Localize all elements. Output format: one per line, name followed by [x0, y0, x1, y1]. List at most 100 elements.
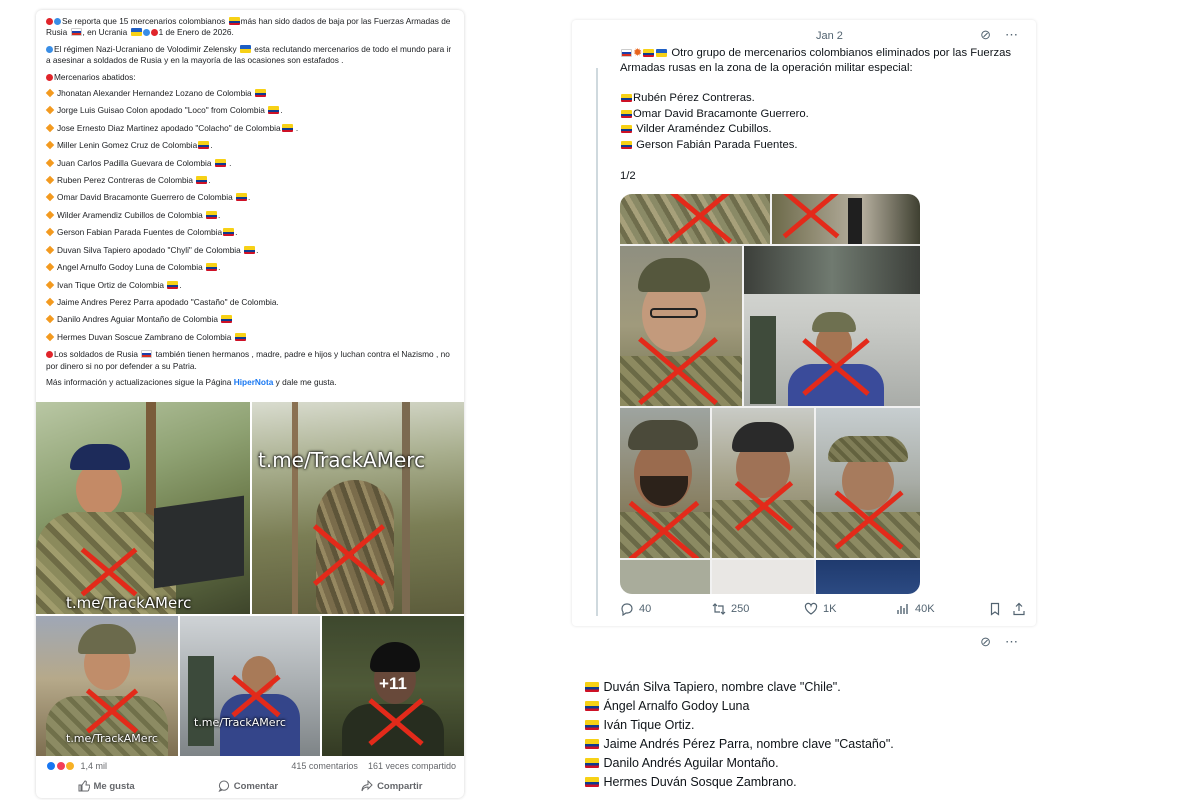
colombia-flag-icon: [621, 140, 632, 149]
photo-ghillie-suit[interactable]: t.me/TrackAMerc: [252, 402, 464, 614]
facebook-action-bar: Me gusta Comentar Compartir: [36, 780, 464, 792]
colombia-flag-icon: [236, 193, 248, 202]
orange-diamond-icon: [45, 315, 55, 324]
crates: [750, 316, 776, 404]
post-text-content: Otro grupo de mercenarios colombianos el…: [620, 47, 1012, 74]
like-button[interactable]: Me gusta: [78, 780, 135, 792]
red-circle-icon: [150, 29, 158, 37]
retweet-count: 250: [731, 603, 750, 615]
photo-more-images[interactable]: +11: [322, 616, 464, 756]
ukraine-flag-icon: [130, 28, 142, 37]
tree-trunk: [292, 402, 298, 614]
red-x-mark: [226, 674, 286, 718]
list-item-text: Ivan Tique Ortiz de Colombia: [57, 279, 164, 290]
reply-count: 40: [639, 603, 652, 615]
photo-boonie-hat-soldier[interactable]: [816, 408, 920, 558]
list-item: Angel Arnulfo Godoy Luna de Colombia .: [45, 262, 454, 273]
post-date[interactable]: Jan 2: [816, 30, 843, 42]
like-count: 1K: [823, 603, 837, 615]
share-button-label: Compartir: [377, 780, 423, 792]
love-reaction-icon: [55, 761, 66, 771]
share-button[interactable]: Compartir: [361, 780, 422, 792]
colombia-flag-icon: [167, 280, 179, 289]
shares-count[interactable]: 161 veces compartido: [368, 761, 456, 771]
comment-button[interactable]: Comentar: [218, 780, 278, 792]
more-icon[interactable]: ⋯: [1005, 634, 1018, 650]
list-item: Omar David Bracamonte Guerrero.: [620, 107, 1020, 123]
reply-button[interactable]: 40: [620, 602, 712, 616]
black-cap: [732, 422, 794, 452]
comments-count[interactable]: 415 comentarios: [291, 761, 358, 771]
red-x-mark: [74, 542, 144, 602]
more-info-paragraph: Más información y actualizaciones sigue …: [46, 377, 454, 388]
ukraine-flag-icon: [239, 44, 251, 53]
colombia-flag-icon: [214, 158, 226, 167]
views-button[interactable]: 40K: [896, 602, 988, 616]
photo-cropped-2[interactable]: [772, 194, 920, 244]
watermark-text: t.me/TrackAMerc: [258, 448, 426, 472]
colombia-flag-icon: [254, 89, 266, 98]
red-x-mark: [794, 340, 878, 394]
list-item: Miller Lenin Gomez Cruz de Colombia.: [45, 140, 454, 151]
colombia-flag-icon: [228, 17, 240, 25]
list-item: Ivan Tique Ortiz de Colombia .: [45, 279, 454, 291]
comment-button-label: Comentar: [233, 780, 279, 792]
hipernota-page-link[interactable]: HiperNota: [234, 377, 274, 387]
photo-seated-soldier[interactable]: t.me/TrackAMerc: [180, 616, 320, 756]
photo-glasses-soldier[interactable]: [620, 246, 742, 406]
list-header-text: Mercenarios abatidos:: [54, 71, 136, 82]
list-item-text: Jhonatan Alexander Hernandez Lozano de C…: [57, 88, 252, 99]
colombia-flag-icon: [585, 777, 599, 787]
more-info-end: y dale me gusta.: [273, 376, 337, 387]
colombia-flag-icon: [244, 245, 256, 254]
photo-helmet-selfie[interactable]: t.me/TrackAMerc: [36, 616, 178, 756]
list-item-text: Omar David Bracamonte Guerrero de Colomb…: [57, 192, 233, 203]
photo-cap-selfie[interactable]: [712, 408, 814, 558]
orange-diamond-icon: [45, 193, 55, 202]
photo-seated-soldier-2[interactable]: [744, 246, 920, 406]
orange-diamond-icon: [45, 123, 55, 133]
colombia-flag-icon: [585, 739, 599, 749]
watermark-text: t.me/TrackAMerc: [66, 732, 158, 745]
like-button-label: Me gusta: [93, 780, 135, 792]
red-circle-icon: [46, 73, 53, 81]
colombia-flag-icon: [585, 758, 599, 768]
list-item-text: Juan Carlos Padilla Guevara de Colombia: [57, 157, 212, 168]
intro-paragraph: Se reporta que 15 mercenarios colombiano…: [46, 16, 454, 39]
photo-cropped-5[interactable]: [816, 560, 920, 594]
photo-soldier-cap[interactable]: t.me/TrackAMerc: [36, 402, 250, 614]
colombia-flag-icon: [206, 263, 218, 272]
blue-circle-icon: [54, 18, 61, 25]
explosion-icon: ✹: [633, 47, 643, 59]
orange-diamond-icon: [45, 262, 55, 272]
photo-beret-soldier[interactable]: [620, 408, 710, 558]
more-photos-count: +11: [379, 674, 407, 693]
retweet-button[interactable]: 250: [712, 602, 804, 616]
colombia-flag-icon: [206, 210, 218, 219]
orange-diamond-icon: [45, 158, 55, 167]
facebook-photo-collage[interactable]: t.me/TrackAMerc t.me/TrackAMerc t.me/Tra…: [36, 402, 464, 756]
x-photo-grid[interactable]: [620, 194, 920, 594]
reactions-count[interactable]: 1,4 mil: [81, 761, 108, 771]
list-item-text: Rubén Pérez Contreras.: [633, 92, 755, 104]
list-item-text: Duván Silva Tapiero, nombre clave "Chile…: [603, 680, 841, 694]
x-post-body: ✹ Otro grupo de mercenarios colombianos …: [620, 46, 1020, 184]
photo-cropped-3[interactable]: [620, 560, 710, 594]
facebook-post-text: Se reporta que 15 mercenarios colombiano…: [36, 10, 464, 388]
colombia-flag-icon: [585, 701, 599, 711]
red-x-mark: [362, 700, 430, 744]
more-icon[interactable]: ⋯: [1005, 27, 1018, 43]
grok-icon[interactable]: ⊘: [980, 634, 991, 650]
grok-icon[interactable]: ⊘: [980, 27, 991, 43]
reactions-icons[interactable]: [46, 761, 76, 773]
reply-icon: [621, 603, 633, 616]
share-button[interactable]: [1012, 602, 1028, 616]
red-x-mark: [80, 688, 144, 734]
red-x-mark: [826, 492, 912, 548]
photo-cropped-1[interactable]: [620, 194, 770, 244]
red-x-mark: [620, 504, 708, 558]
bookmark-button[interactable]: [988, 602, 1012, 616]
x-action-bar: 40 250 1K 40K: [620, 602, 1028, 616]
photo-cropped-4[interactable]: [712, 560, 814, 594]
like-button[interactable]: 1K: [804, 602, 896, 616]
